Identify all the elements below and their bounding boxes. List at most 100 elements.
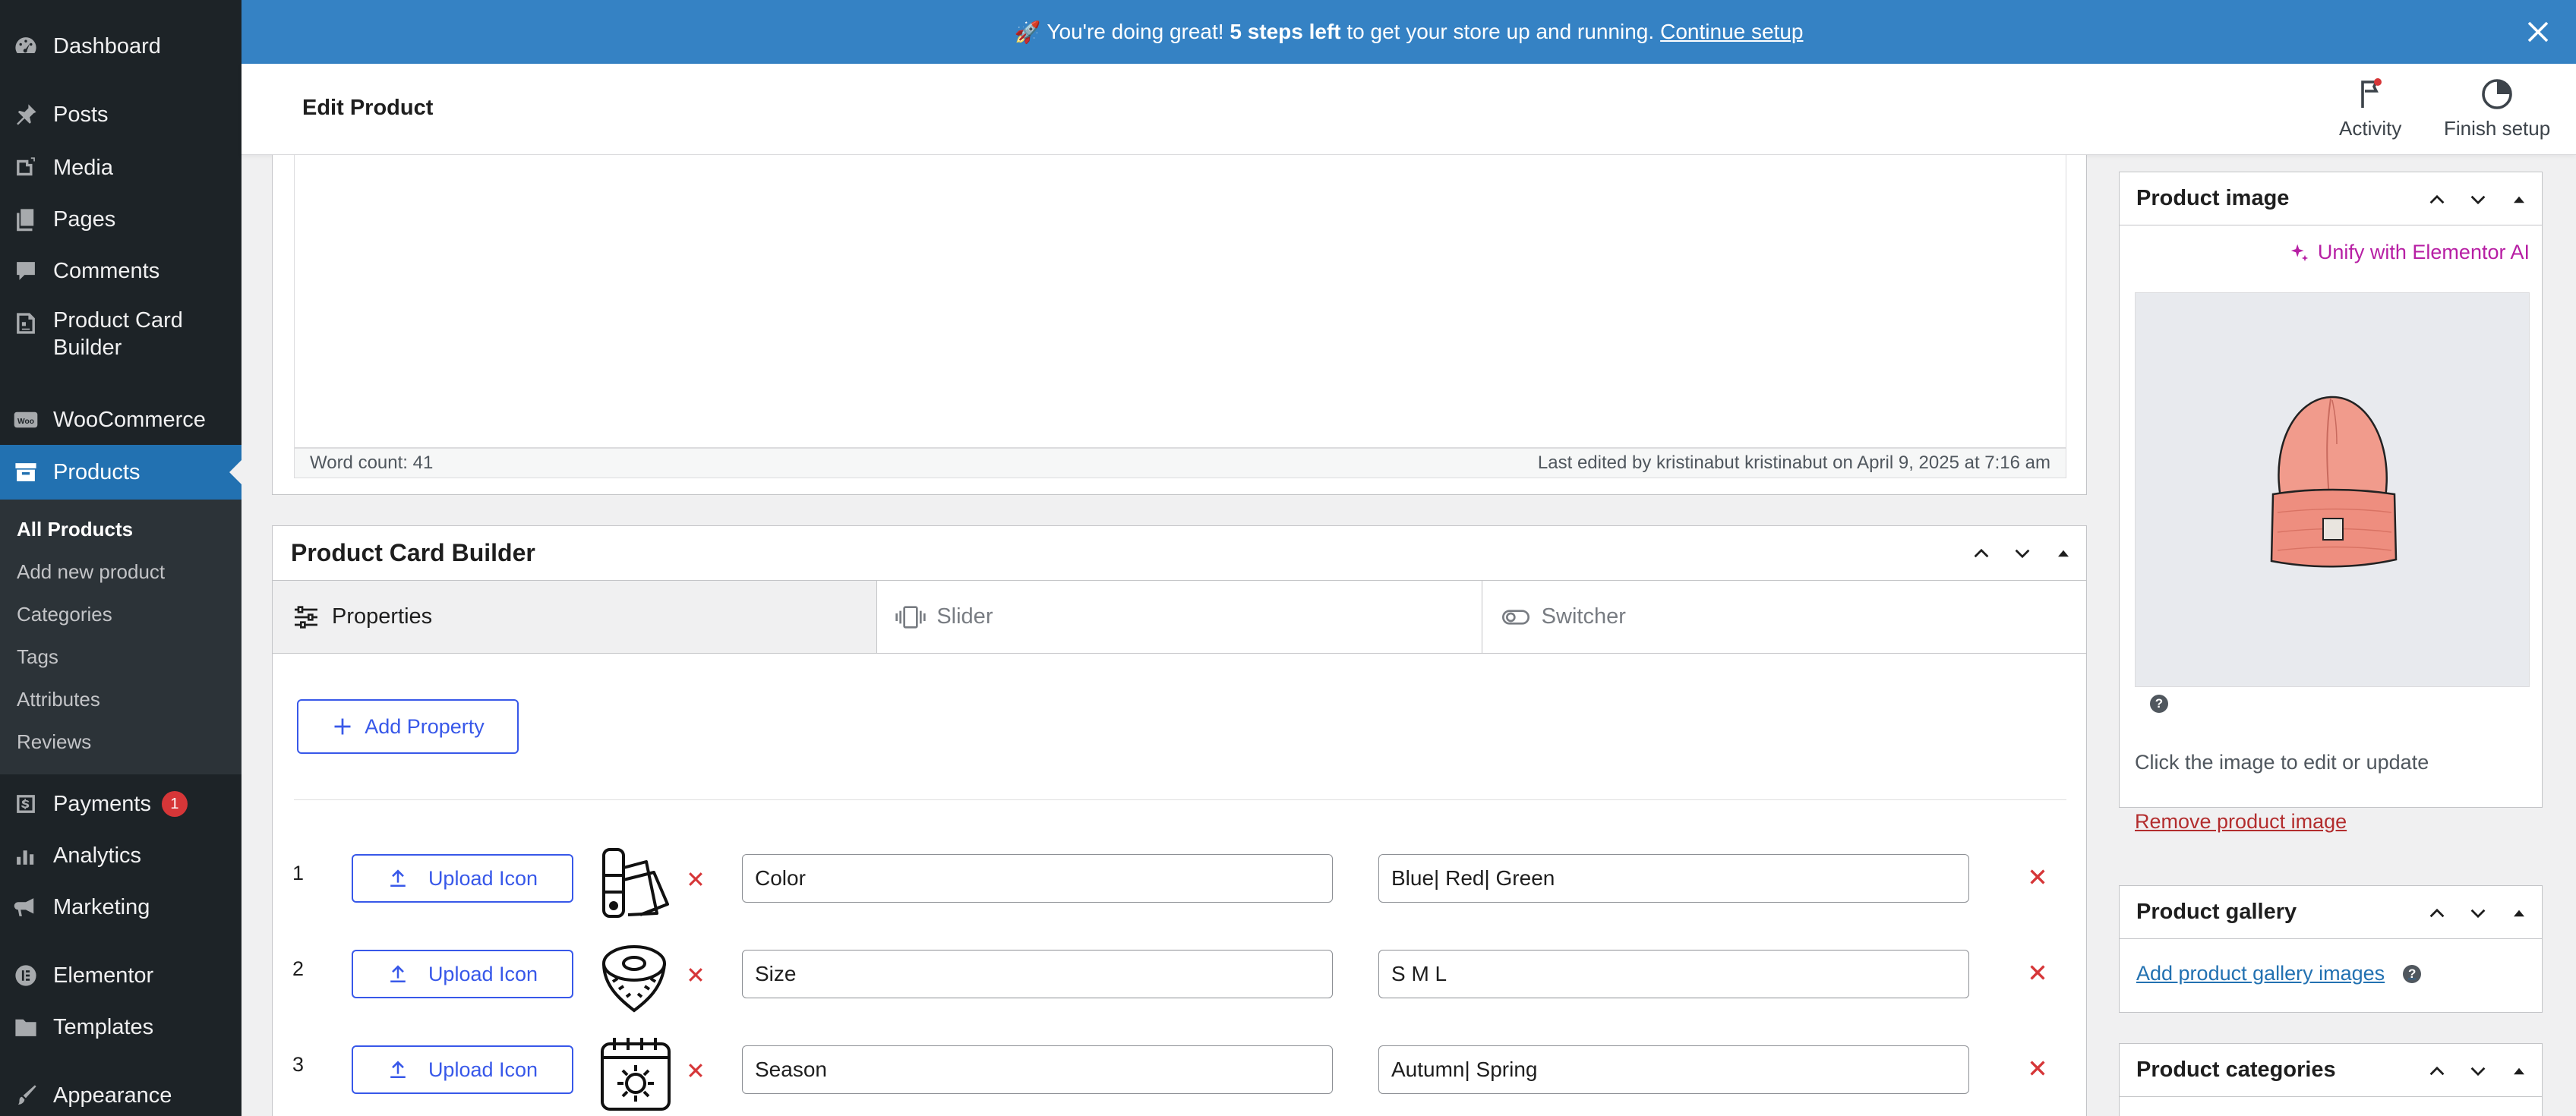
notice-text-before: You're doing great!: [1046, 20, 1230, 43]
calendar-sun-icon: [601, 1038, 671, 1111]
remove-product-image-link[interactable]: Remove product image: [2135, 810, 2347, 834]
product-image[interactable]: [2135, 292, 2530, 687]
add-property-button[interactable]: Add Property: [297, 699, 519, 754]
tab-label: Properties: [332, 604, 433, 629]
menu-dashboard[interactable]: Dashboard: [0, 29, 242, 64]
help-icon[interactable]: ?: [2403, 964, 2422, 983]
continue-setup-link[interactable]: Continue setup: [1660, 20, 1803, 44]
property-value-input[interactable]: S M L: [1378, 950, 1969, 998]
property-value-input[interactable]: Blue| Red| Green: [1378, 854, 1969, 903]
help-icon[interactable]: ?: [2150, 695, 2168, 713]
menu-elementor[interactable]: Elementor: [0, 958, 242, 993]
submenu-reviews[interactable]: Reviews: [17, 730, 91, 754]
plus-icon: [334, 718, 351, 735]
remove-icon-x[interactable]: [686, 1061, 706, 1080]
brush-icon: [11, 1080, 41, 1111]
menu-label: Dashboard: [53, 33, 161, 58]
menu-product-card-builder[interactable]: Product Card Builder: [0, 307, 242, 367]
delete-row-icon[interactable]: [2027, 1058, 2048, 1079]
tab-switcher[interactable]: Switcher: [1482, 581, 2086, 653]
menu-marketing[interactable]: Marketing: [0, 890, 242, 925]
product-image-box: Product image Unify with Elementor AI ? …: [2119, 172, 2543, 833]
page-icon: [11, 204, 41, 235]
property-name-input[interactable]: Season: [742, 1045, 1333, 1094]
upload-icon-button[interactable]: Upload Icon: [352, 854, 573, 903]
menu-comments[interactable]: Comments: [0, 254, 242, 288]
menu-templates[interactable]: Templates: [0, 1010, 242, 1045]
close-icon[interactable]: [2523, 17, 2553, 47]
chevron-up-icon[interactable]: [2425, 188, 2449, 212]
menu-posts[interactable]: Posts: [0, 97, 242, 132]
upload-label: Upload Icon: [428, 866, 538, 890]
editor-status-bar: Word count: 41 Last edited by kristinabu…: [294, 448, 2066, 478]
comment-icon: [11, 256, 41, 286]
add-property-label: Add Property: [365, 714, 485, 738]
menu-appearance[interactable]: Appearance: [0, 1078, 242, 1113]
property-name-input[interactable]: Size: [742, 950, 1333, 998]
upload-icon: [390, 965, 406, 983]
chevron-up-icon[interactable]: [2425, 1059, 2449, 1083]
menu-media[interactable]: Media: [0, 150, 242, 185]
unify-elementor-ai-link[interactable]: Unify with Elementor AI: [2289, 241, 2530, 264]
pin-icon: [11, 99, 41, 130]
tab-slider[interactable]: Slider: [877, 581, 1482, 653]
page-header: Edit Product Activity Finish setup: [242, 64, 2576, 155]
chevron-up-icon[interactable]: [2425, 901, 2449, 925]
product-image-header: Product image: [2120, 172, 2542, 225]
svg-text:Woo: Woo: [17, 418, 34, 426]
upload-icon-button[interactable]: Upload Icon: [352, 1045, 573, 1094]
toggle-triangle-icon[interactable]: [2507, 901, 2531, 925]
upload-icon: [390, 1061, 406, 1079]
submenu-categories[interactable]: Categories: [17, 603, 112, 626]
menu-label: Pages: [53, 206, 116, 232]
dollar-icon: [11, 789, 41, 819]
chevron-down-icon[interactable]: [2466, 1059, 2490, 1083]
unify-label: Unify with Elementor AI: [2317, 241, 2530, 263]
chevron-down-icon[interactable]: [2466, 188, 2490, 212]
add-gallery-images-row: Add product gallery images ?: [2136, 962, 2422, 985]
chevron-up-icon[interactable]: [1969, 541, 1994, 566]
submenu-all-products[interactable]: All Products: [17, 518, 133, 541]
submenu-attributes[interactable]: Attributes: [17, 688, 100, 711]
chevron-down-icon[interactable]: [2010, 541, 2035, 566]
upload-label: Upload Icon: [428, 962, 538, 985]
toggle-triangle-icon[interactable]: [2507, 188, 2531, 212]
menu-woocommerce[interactable]: Woo WooCommerce: [0, 402, 242, 437]
media-icon: [11, 153, 41, 183]
admin-sidebar: Dashboard Posts Media Pages Comments Pro…: [0, 0, 242, 1116]
delete-row-icon[interactable]: [2027, 962, 2048, 983]
property-value-input[interactable]: Autumn| Spring: [1378, 1045, 1969, 1094]
toggle-triangle-icon[interactable]: [2051, 541, 2076, 566]
page-title: Edit Product: [302, 96, 434, 120]
product-gallery-header: Product gallery: [2120, 886, 2542, 939]
submenu-add-new-product[interactable]: Add new product: [17, 560, 165, 584]
menu-analytics[interactable]: Analytics: [0, 838, 242, 873]
remove-icon-x[interactable]: [686, 965, 706, 985]
slider-icon: [895, 605, 926, 629]
finish-setup-button[interactable]: Finish setup: [2444, 76, 2550, 140]
finish-setup-label: Finish setup: [2444, 117, 2551, 140]
upload-icon-button[interactable]: Upload Icon: [352, 950, 573, 998]
pcb-tabs: Properties Slider Switcher: [273, 581, 2086, 654]
menu-payments[interactable]: Payments 1: [0, 787, 242, 821]
menu-pages[interactable]: Pages: [0, 202, 242, 237]
menu-products[interactable]: Products: [0, 445, 242, 500]
chevron-down-icon[interactable]: [2466, 901, 2490, 925]
delete-row-icon[interactable]: [2027, 866, 2048, 887]
submenu-tags[interactable]: Tags: [17, 645, 58, 669]
woo-icon: Woo: [11, 405, 41, 435]
toggle-triangle-icon[interactable]: [2507, 1059, 2531, 1083]
editor-content-area[interactable]: [294, 155, 2066, 448]
rocket-emoji: 🚀: [1014, 20, 1041, 44]
tab-properties[interactable]: Properties: [273, 581, 878, 653]
image-hint-text: Click the image to edit or update: [2135, 751, 2429, 774]
menu-label: Products: [53, 459, 140, 484]
property-name-input[interactable]: Color: [742, 854, 1333, 903]
property-row: 1 Upload Icon Color Blue| Red| Green: [273, 845, 2088, 928]
remove-icon-x[interactable]: [686, 869, 706, 889]
megaphone-icon: [11, 892, 41, 922]
row-number: 1: [292, 862, 305, 884]
activity-button[interactable]: Activity: [2339, 76, 2401, 140]
add-gallery-images-link[interactable]: Add product gallery images: [2136, 962, 2385, 985]
menu-label: Analytics: [53, 843, 142, 868]
